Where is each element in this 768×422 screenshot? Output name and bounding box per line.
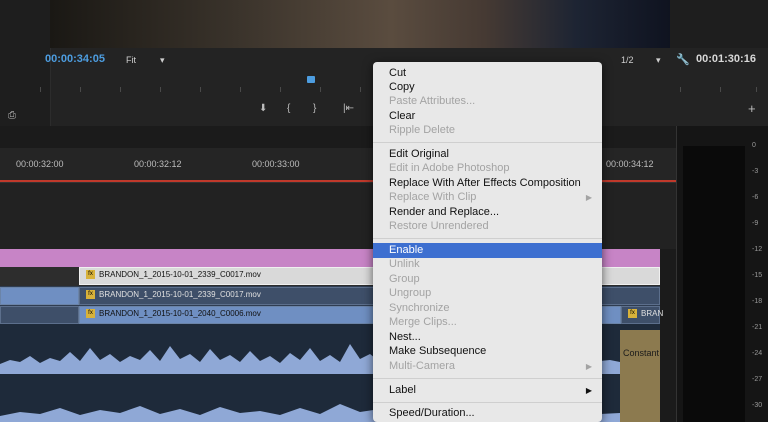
menu-item-nest[interactable]: Nest... [389, 331, 421, 343]
menu-item-ripple-delete: Ripple Delete [389, 124, 456, 136]
zoom-select[interactable]: Fit [126, 55, 136, 65]
monitor-playhead[interactable] [307, 76, 315, 83]
resolution-select[interactable]: 1/2 [621, 55, 634, 65]
meter-scale-label: -27 [752, 376, 763, 383]
meter-scale-label: -12 [752, 246, 763, 253]
menu-item-paste-attributes: Paste Attributes... [389, 95, 476, 107]
menu-item-speed-duration[interactable]: Speed/Duration... [389, 407, 475, 419]
menu-separator [373, 238, 602, 239]
export-frame-icon[interactable]: ⎙ [8, 110, 16, 121]
menu-separator [373, 378, 602, 379]
meter-scale-label: -9 [752, 220, 759, 227]
menu-item-cut[interactable]: Cut [389, 67, 406, 79]
ruler-label: 00:00:34:12 [606, 159, 654, 169]
timeline-clip[interactable]: fx BRAN [621, 306, 664, 324]
menu-item-merge-clips: Merge Clips... [389, 316, 457, 328]
menu-item-render-and-replace[interactable]: Render and Replace... [389, 206, 499, 218]
fx-badge: fx [86, 270, 95, 280]
menu-item-synchronize: Synchronize [389, 302, 450, 314]
meter-scale-label: -21 [752, 324, 763, 331]
menu-item-replace-with-ae[interactable]: Replace With After Effects Composition [389, 177, 581, 189]
timeline-clip[interactable] [0, 287, 79, 305]
ruler-label: 00:00:33:00 [252, 159, 300, 169]
transition-label: Constant [623, 348, 660, 358]
fx-badge: fx [86, 309, 95, 319]
audio-meter [683, 146, 745, 422]
add-button-icon[interactable]: + [748, 101, 756, 116]
menu-separator [373, 402, 602, 403]
submenu-arrow-icon: ▶ [585, 193, 592, 202]
menu-item-clear[interactable]: Clear [389, 110, 415, 122]
fx-badge: fx [86, 290, 95, 300]
chevron-down-icon[interactable]: ▾ [656, 55, 661, 66]
clip-name: BRANDON_1_2015-10-01_2339_C0017.mov [99, 290, 261, 299]
chevron-down-icon[interactable]: ▾ [160, 55, 165, 66]
current-timecode[interactable]: 00:00:34:05 [45, 53, 105, 65]
clip-name: BRAN [641, 309, 664, 318]
mark-out-icon[interactable]: } [313, 103, 316, 114]
go-to-in-icon[interactable]: |⇤ [343, 103, 354, 114]
mark-in-icon[interactable]: { [287, 103, 290, 114]
meter-scale-label: -6 [752, 194, 759, 201]
monitor-right-edge [670, 0, 768, 48]
audio-transition[interactable]: Constant [620, 330, 660, 422]
ruler-label: 00:00:32:00 [16, 159, 64, 169]
video-preview [50, 0, 670, 48]
menu-item-edit-original[interactable]: Edit Original [389, 148, 449, 160]
ruler-label: 00:00:32:12 [134, 159, 182, 169]
menu-item-restore-unrendered: Restore Unrendered [389, 220, 489, 232]
timeline-clip[interactable] [0, 306, 79, 324]
marker-icon[interactable]: ⬇ [259, 103, 267, 114]
meter-scale-label: 0 [752, 142, 756, 149]
meter-scale-label: -30 [752, 402, 763, 409]
clip-name: BRANDON_1_2015-10-01_2040_C0006.mov [99, 309, 261, 318]
submenu-arrow-icon: ▶ [585, 362, 592, 371]
menu-item-ungroup: Ungroup [389, 287, 432, 299]
menu-item-replace-with-clip: Replace With Clip [389, 191, 477, 203]
menu-item-group: Group [389, 273, 420, 285]
menu-item-enable[interactable]: Enable [389, 244, 423, 256]
menu-item-unlink: Unlink [389, 258, 420, 270]
meter-scale-label: -18 [752, 298, 763, 305]
fx-badge: fx [628, 309, 637, 319]
clip-name: BRANDON_1_2015-10-01_2339_C0017.mov [99, 270, 261, 279]
meter-scale-label: -15 [752, 272, 763, 279]
menu-item-copy[interactable]: Copy [389, 81, 415, 93]
wrench-icon[interactable]: 🔧 [676, 53, 690, 66]
menu-item-label[interactable]: Label [389, 384, 416, 396]
source-panel-edge [0, 0, 51, 126]
menu-item-edit-in-photoshop: Edit in Adobe Photoshop [389, 162, 510, 174]
menu-separator [373, 142, 602, 143]
duration-timecode: 00:01:30:16 [696, 53, 756, 65]
menu-item-multi-camera: Multi-Camera [389, 360, 456, 372]
clip-context-menu: Cut Copy Paste Attributes... Clear Rippl… [373, 62, 602, 422]
submenu-arrow-icon: ▶ [585, 386, 592, 395]
menu-item-make-subsequence[interactable]: Make Subsequence [389, 345, 486, 357]
meter-scale-label: -3 [752, 168, 759, 175]
meter-scale-label: -24 [752, 350, 763, 357]
